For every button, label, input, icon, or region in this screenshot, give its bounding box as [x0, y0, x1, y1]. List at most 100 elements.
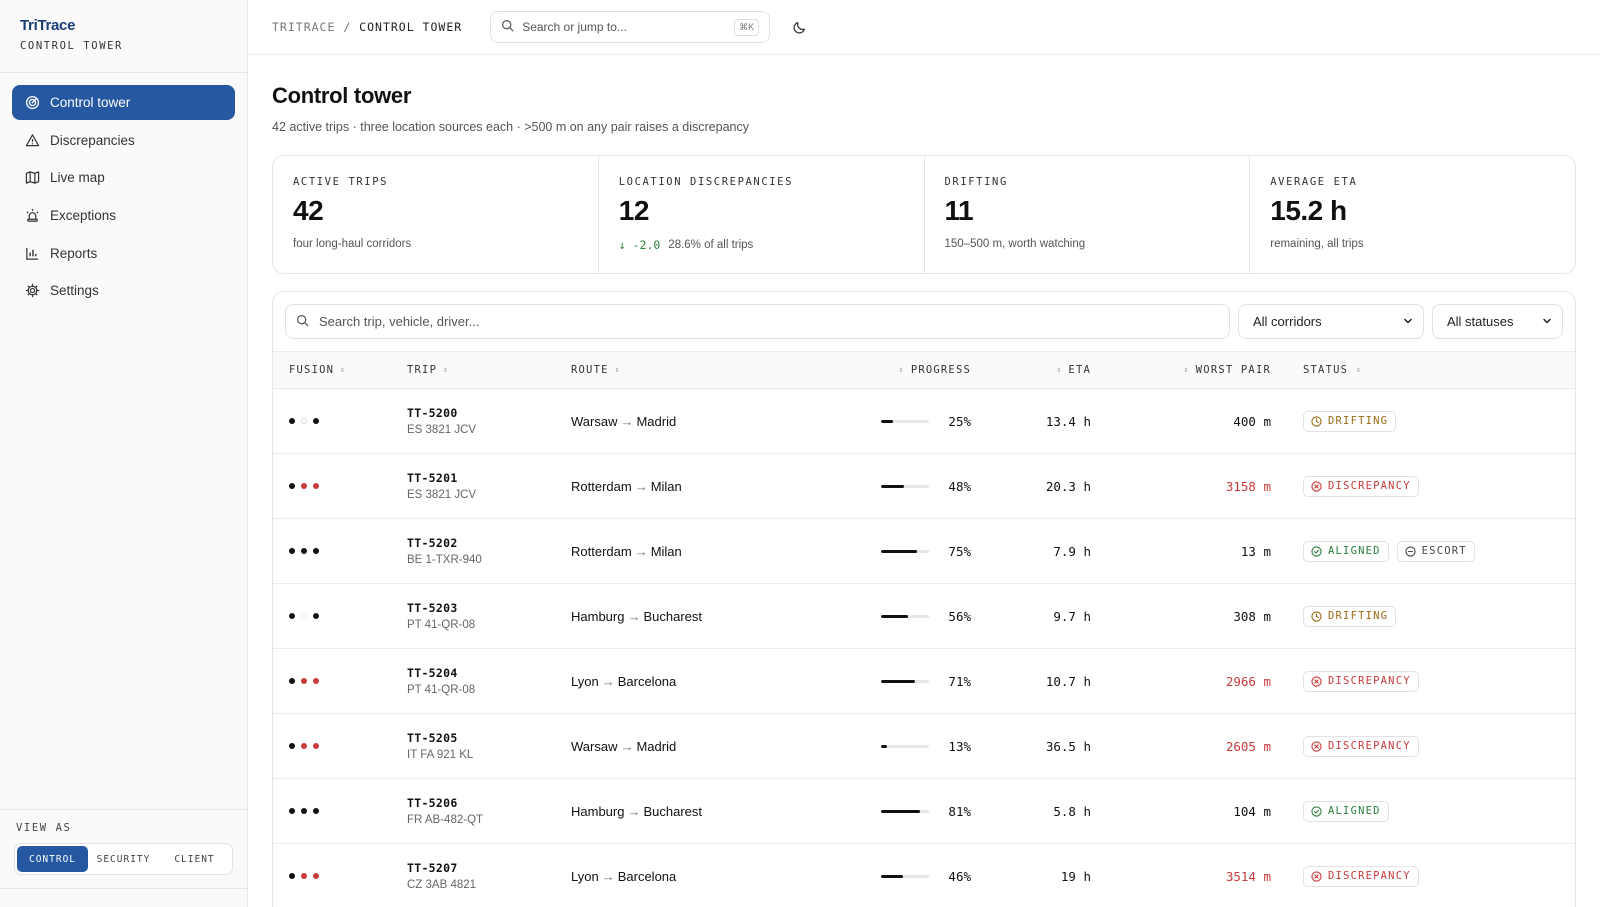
table-row[interactable]: TT-5207 CZ 3AB 4821 Lyon → Barcelona 46% 19 h 3…: [273, 844, 1575, 907]
trip-id[interactable]: TT-5201: [407, 471, 571, 485]
trip-id[interactable]: TT-5202: [407, 536, 571, 550]
route-origin: Warsaw: [571, 738, 618, 754]
view-as-client[interactable]: CLIENT: [159, 846, 230, 872]
sidebar-item-live-map[interactable]: Live map: [12, 160, 235, 195]
column-header-trip[interactable]: TRIP ⇕: [407, 364, 571, 376]
eta-value: 7.9 h: [1053, 543, 1091, 559]
progress-cell: 25%: [771, 414, 971, 429]
sidebar-item-control-tower[interactable]: Control tower: [12, 85, 235, 120]
sidebar-item-settings[interactable]: Settings: [12, 273, 235, 308]
view-as-panel: VIEW AS CONTROL SECURITY CLIENT: [0, 809, 247, 907]
trip-id[interactable]: TT-5207: [407, 861, 571, 875]
view-as-control[interactable]: CONTROL: [17, 846, 88, 872]
route-cell: Hamburg → Bucharest: [571, 609, 771, 624]
fusion-source-dot: [301, 613, 307, 619]
column-header-status[interactable]: STATUS ⇕: [1271, 364, 1362, 376]
corridor-select[interactable]: All corridors: [1238, 304, 1424, 339]
table-row[interactable]: TT-5204 PT 41-QR-08 Lyon → Barcelona 71% 10.7 …: [273, 649, 1575, 714]
fusion-cell: [273, 743, 407, 749]
aligned-icon: [1311, 545, 1322, 557]
trip-search-input[interactable]: Search trip, vehicle, driver...: [285, 304, 1230, 339]
global-search[interactable]: Search or jump to... ⌘K: [490, 11, 771, 43]
vehicle-plate: PT 41-QR-08: [407, 619, 476, 631]
column-header-fusion[interactable]: FUSION ⇕: [273, 364, 407, 376]
progress-cell: 75%: [771, 544, 971, 559]
topbar: TRITRACE / CONTROL TOWER Search or jump …: [248, 0, 1600, 55]
fusion-indicator: [289, 678, 407, 684]
fusion-indicator: [289, 743, 407, 749]
eta-cell: 10.7 h: [971, 674, 1091, 689]
trip-id[interactable]: TT-5203: [407, 601, 571, 615]
trip-id[interactable]: TT-5204: [407, 666, 571, 680]
fusion-source-dot: [289, 808, 295, 814]
status-badge-label: DRIFTING: [1328, 415, 1389, 427]
progress-bar-fill: [881, 809, 920, 813]
column-header-route[interactable]: ROUTE ⇕: [571, 364, 771, 376]
vehicle-plate: IT FA 921 KL: [407, 749, 474, 761]
sidebar-item-exceptions[interactable]: Exceptions: [12, 198, 235, 233]
fusion-source-dot: [301, 743, 307, 749]
worst-pair-value: 400 m: [1233, 413, 1271, 429]
status-badge: ALIGNED: [1303, 540, 1389, 562]
sidebar-item-reports[interactable]: Reports: [12, 236, 235, 271]
sort-icon: ⇕: [1183, 365, 1190, 374]
sidebar-item-discrepancies[interactable]: Discrepancies: [12, 123, 235, 158]
progress-cell: 46%: [771, 869, 971, 884]
table-row[interactable]: TT-5201 ES 3821 JCV Rotterdam → Milan 48% 20.3…: [273, 454, 1575, 519]
worst-pair-cell: 2605 m: [1091, 739, 1271, 754]
trip-id[interactable]: TT-5205: [407, 731, 571, 745]
breadcrumb-root[interactable]: TRITRACE: [272, 20, 335, 34]
fusion-cell: [273, 548, 407, 554]
route-destination: Barcelona: [617, 673, 677, 689]
chevron-down-icon: [1403, 314, 1413, 329]
trip-id[interactable]: TT-5206: [407, 796, 571, 810]
progress-bar: [881, 874, 929, 878]
vehicle-plate: PT 41-QR-08: [407, 684, 476, 696]
status-cell: DISCREPANCY: [1271, 735, 1419, 757]
fusion-source-dot: [289, 873, 295, 879]
sidebar-nav: Control tower Discrepancies Live map Except…: [0, 73, 247, 809]
fusion-source-dot: [313, 483, 319, 489]
trip-cell: TT-5206 FR AB-482-QT: [407, 796, 571, 826]
route-arrow-icon: →: [620, 413, 634, 429]
content: Control tower 42 active trips · three lo…: [248, 83, 1600, 907]
table-row[interactable]: TT-5202 BE 1-TXR-940 Rotterdam → Milan 75% 7.9…: [273, 519, 1575, 584]
theme-toggle-moon-icon[interactable]: [790, 17, 810, 37]
fusion-source-dot: [289, 548, 295, 554]
stat-value: 15.2 h: [1270, 195, 1347, 226]
view-as-security[interactable]: SECURITY: [88, 846, 159, 872]
fusion-source-dot: [289, 678, 295, 684]
status-cell: DISCREPANCY: [1271, 475, 1419, 497]
route-destination: Madrid: [636, 413, 677, 429]
shortcut-hint: ⌘K: [734, 18, 760, 36]
table-row[interactable]: TT-5206 FR AB-482-QT Hamburg → Bucharest 81% 5…: [273, 779, 1575, 844]
fusion-source-dot: [313, 613, 319, 619]
column-header-label: TRIP: [407, 364, 438, 376]
fusion-cell: [273, 613, 407, 619]
progress-cell: 56%: [771, 609, 971, 624]
eta-value: 10.7 h: [1045, 673, 1091, 689]
status-select[interactable]: All statuses: [1432, 304, 1563, 339]
view-as-label: VIEW AS: [16, 822, 72, 834]
status-badge: DISCREPANCY: [1303, 475, 1419, 497]
progress-bar-fill: [881, 419, 893, 423]
progress-value: 48%: [948, 478, 971, 494]
table-row[interactable]: TT-5203 PT 41-QR-08 Hamburg → Bucharest 56% 9.…: [273, 584, 1575, 649]
worst-pair-cell: 2966 m: [1091, 674, 1271, 689]
fusion-indicator: [289, 483, 407, 489]
trip-id[interactable]: TT-5200: [407, 406, 571, 420]
table-row[interactable]: TT-5200 ES 3821 JCV Warsaw → Madrid 25% 13.4 h…: [273, 389, 1575, 454]
siren-icon: [24, 208, 40, 224]
status-badge-label: ALIGNED: [1328, 545, 1381, 557]
status-badge: ALIGNED: [1303, 800, 1389, 822]
route-destination: Milan: [650, 543, 682, 559]
column-header-progress[interactable]: ⇕ PROGRESS: [771, 364, 971, 376]
route-arrow-icon: →: [601, 673, 615, 689]
column-header-worst-pair[interactable]: ⇕ WORST PAIR: [1091, 364, 1271, 376]
discrepancy-icon: [1311, 870, 1322, 882]
progress-bar-fill: [881, 549, 917, 553]
column-header-eta[interactable]: ⇕ ETA: [971, 364, 1091, 376]
table-row[interactable]: TT-5205 IT FA 921 KL Warsaw → Madrid 13% 36.5 …: [273, 714, 1575, 779]
column-header-label: FUSION: [289, 364, 335, 376]
progress-bar-fill: [881, 874, 904, 878]
